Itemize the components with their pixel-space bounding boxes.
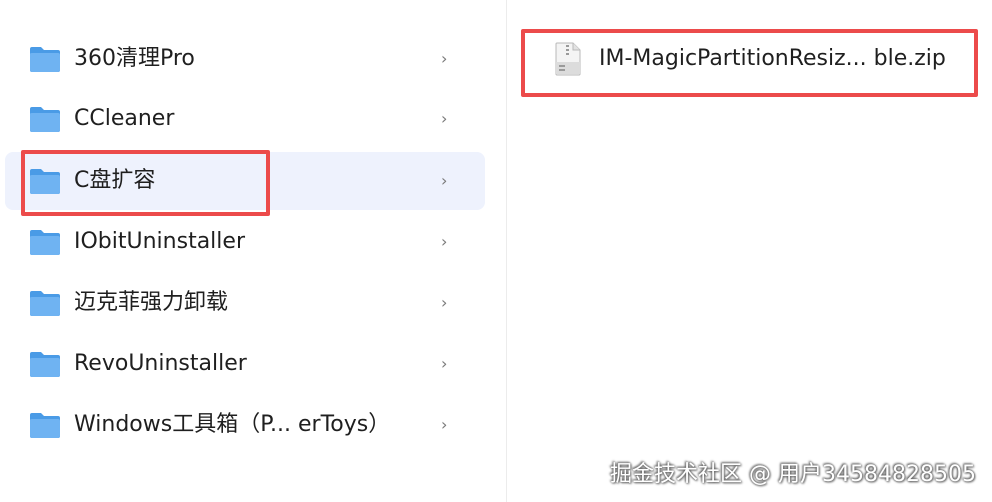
folder-item-windows-toolbox[interactable]: Windows工具箱（P... erToys） › [5, 396, 485, 454]
folder-label: IObitUninstaller [74, 229, 245, 254]
highlight-box-folder [21, 150, 270, 216]
folder-item-mcafee-removal[interactable]: 迈克菲强力卸载 › [5, 274, 485, 332]
folder-icon [30, 291, 60, 316]
folder-item-360-cleaner-pro[interactable]: 360清理Pro › [5, 30, 485, 88]
folder-label: 迈克菲强力卸载 [74, 290, 229, 315]
folder-item-ccleaner[interactable]: CCleaner › [5, 90, 485, 148]
folder-item-iobit-uninstaller[interactable]: IObitUninstaller › [5, 213, 485, 271]
chevron-right-icon[interactable]: › [441, 152, 447, 210]
chevron-right-icon[interactable]: › [441, 274, 447, 332]
watermark-text: 掘金技术社区 @ 用户34584828505 [610, 462, 976, 487]
folder-item-revo-uninstaller[interactable]: RevoUninstaller › [5, 335, 485, 393]
folder-icon [30, 107, 60, 132]
folder-label: RevoUninstaller [74, 351, 247, 376]
folder-list-pane: 360清理Pro › CCleaner › C盘扩容 › IObitUninst… [0, 0, 500, 502]
folder-label: CCleaner [74, 106, 175, 131]
folder-icon [30, 230, 60, 255]
folder-label: 360清理Pro [74, 46, 195, 71]
folder-icon [30, 413, 60, 438]
chevron-right-icon[interactable]: › [441, 335, 447, 393]
chevron-right-icon[interactable]: › [441, 90, 447, 148]
highlight-box-file [521, 29, 978, 97]
chevron-right-icon[interactable]: › [441, 396, 447, 454]
folder-icon [30, 47, 60, 72]
chevron-right-icon[interactable]: › [441, 213, 447, 271]
folder-label: Windows工具箱（P... erToys） [74, 412, 391, 437]
chevron-right-icon[interactable]: › [441, 30, 447, 88]
folder-icon [30, 352, 60, 377]
